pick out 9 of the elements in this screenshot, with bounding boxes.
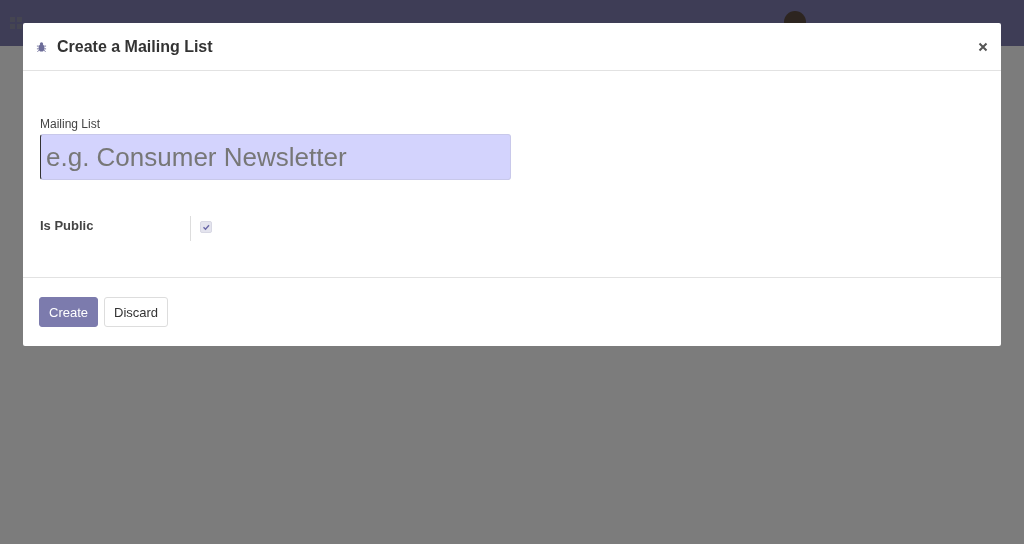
create-button[interactable]: Create: [39, 297, 99, 327]
field-label: Mailing List: [40, 117, 102, 131]
bug-icon[interactable]: [36, 40, 47, 53]
dialog-title: Create a Mailing List: [57, 37, 213, 56]
field-label: Is Public: [40, 217, 95, 233]
name-input-field[interactable]: e.g. Consumer Newsletter: [40, 134, 511, 180]
checkbox[interactable]: [200, 221, 212, 233]
close-icon[interactable]: [978, 41, 988, 52]
discard-button[interactable]: Discard: [104, 297, 169, 327]
